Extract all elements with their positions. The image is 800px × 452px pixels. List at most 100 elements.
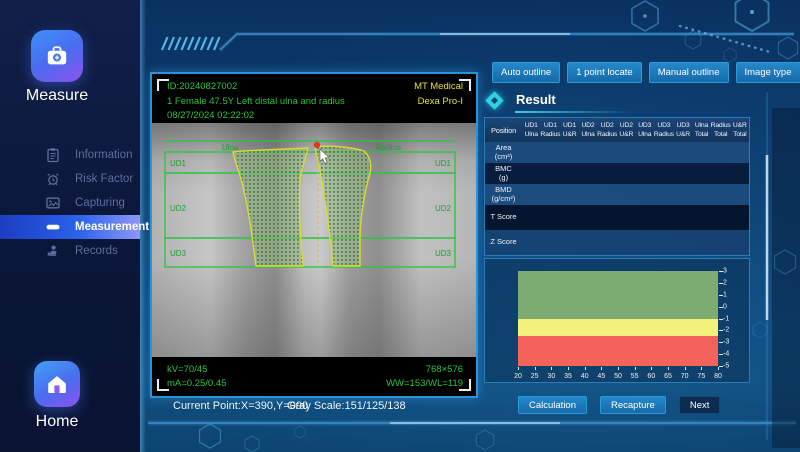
image-info-overlay: 768×576 WW=153/WL=119 — [386, 363, 463, 390]
column-header: UD1Ulna — [522, 118, 540, 142]
sidebar-item-capturing[interactable]: Capturing — [0, 191, 140, 215]
x-tick-label: 20 — [514, 373, 522, 380]
clipboard-icon — [45, 147, 61, 163]
y-tick-label: -4 — [723, 351, 739, 358]
table-cell — [635, 230, 654, 255]
auto-outline-button[interactable]: Auto outline — [492, 62, 560, 83]
corner-bracket — [157, 79, 169, 91]
manual-outline-button[interactable]: Manual outline — [649, 62, 729, 83]
table-cell — [692, 205, 711, 230]
table-cell — [541, 184, 560, 205]
sidebar-item-risk-factor[interactable]: Risk Factor — [0, 167, 140, 191]
ud1-right-label: UD1 — [435, 159, 452, 168]
x-tick-label: 55 — [631, 373, 639, 380]
roi-region-grid — [165, 152, 455, 267]
ud3-left-label: UD3 — [170, 249, 187, 258]
row-label: BMC(g) — [485, 163, 522, 184]
table-cell — [692, 163, 711, 184]
table-cell — [598, 163, 617, 184]
image-type-button[interactable]: Image type — [736, 62, 800, 83]
locate-point-marker[interactable] — [314, 142, 320, 148]
table-cell — [541, 163, 560, 184]
radius-roi-outline[interactable] — [315, 146, 371, 266]
x-tick-mark — [551, 367, 552, 370]
table-cell — [541, 230, 560, 255]
x-tick-label: 35 — [564, 373, 572, 380]
sidebar-item-label: Measurement — [75, 221, 149, 233]
device-overlay: MT Medical Dexa Pro-I — [414, 80, 463, 109]
table-cell — [692, 142, 711, 163]
table-cell — [711, 184, 730, 205]
sidebar-item-measurement[interactable]: Measurement — [0, 215, 140, 239]
table-cell — [730, 163, 749, 184]
table-cell — [598, 230, 617, 255]
table-cell — [617, 142, 636, 163]
x-tick-label: 25 — [531, 373, 539, 380]
ud2-right-label: UD2 — [435, 204, 452, 213]
table-cell — [598, 205, 617, 230]
column-header: UD1U&R — [560, 118, 578, 142]
xray-image-panel[interactable]: Ulna Radius UD1 UD1 UD2 UD2 UD3 UD3 — [150, 72, 478, 398]
column-header: UD3Radius — [654, 118, 674, 142]
next-button[interactable]: Next — [679, 396, 721, 414]
gray-scale-readout: Gray Scale:151/125/138 — [287, 400, 406, 412]
ulna-label: Ulna — [222, 143, 239, 152]
table-cell — [617, 205, 636, 230]
corner-bracket — [157, 379, 169, 391]
x-tick-mark — [618, 367, 619, 370]
home-label: Home — [0, 413, 114, 431]
home-button[interactable]: Home — [0, 361, 114, 431]
sidebar-item-records[interactable]: Records — [0, 239, 140, 263]
main-area: Ulna Radius UD1 UD1 UD2 UD2 UD3 UD3 — [140, 0, 800, 452]
column-header: U&RTotal — [731, 118, 749, 142]
result-table: PositionUD1UlnaUD1RadiusUD1U&RUD2UlnaUD2… — [484, 117, 750, 256]
sidebar-item-label: Records — [75, 245, 118, 257]
table-cell — [635, 163, 654, 184]
sidebar-menu: Information Risk FactorCapturingMeasureme… — [0, 143, 140, 263]
1-point-locate-button[interactable]: 1 point locate — [567, 62, 642, 83]
ud3-right-label: UD3 — [435, 249, 452, 258]
table-cell — [522, 184, 541, 205]
table-cell — [654, 142, 673, 163]
x-tick-mark — [601, 367, 602, 370]
table-cell — [522, 163, 541, 184]
exposure-overlay: kV=70/45 mA=0.25/0.45 — [167, 363, 226, 390]
table-cell — [560, 163, 579, 184]
tscore-chart-panel: 3210-1-2-3-4-520253035404550556065707580 — [484, 258, 750, 383]
y-tick-label: 3 — [723, 268, 739, 275]
x-tick-mark — [718, 367, 719, 370]
row-label: Area(cm²) — [485, 142, 522, 163]
column-header: UlnaTotal — [692, 118, 710, 142]
table-cell — [730, 230, 749, 255]
x-tick-mark — [701, 367, 702, 370]
ulna-roi-outline[interactable] — [233, 148, 308, 266]
row-label: T Score — [485, 211, 522, 224]
table-cell — [654, 205, 673, 230]
patient-id: ID:20240827002 — [167, 80, 345, 95]
home-icon — [34, 361, 80, 407]
column-header: UD3U&R — [674, 118, 692, 142]
device-name: MT Medical — [414, 80, 463, 95]
table-cell — [541, 205, 560, 230]
x-tick-mark — [568, 367, 569, 370]
table-cell — [579, 230, 598, 255]
table-cell — [579, 142, 598, 163]
result-diamond-icon — [485, 91, 503, 109]
table-cell — [673, 205, 692, 230]
table-cell — [579, 205, 598, 230]
image-icon — [45, 195, 61, 211]
recapture-button[interactable]: Recapture — [600, 396, 666, 414]
table-cell — [598, 184, 617, 205]
table-cell — [560, 142, 579, 163]
kv-readout: kV=70/45 — [167, 363, 226, 377]
sidebar-item-information[interactable]: Information — [0, 143, 140, 167]
calculation-button[interactable]: Calculation — [518, 396, 587, 414]
table-row-z-score: Z Score — [485, 230, 749, 255]
ruler-icon — [45, 219, 61, 235]
row-label: BMD(g/cm²) — [485, 184, 522, 205]
result-underline — [515, 111, 633, 113]
table-cell — [522, 142, 541, 163]
table-cell — [673, 230, 692, 255]
sidebar-item-label: Information — [75, 149, 133, 161]
x-tick-mark — [685, 367, 686, 370]
